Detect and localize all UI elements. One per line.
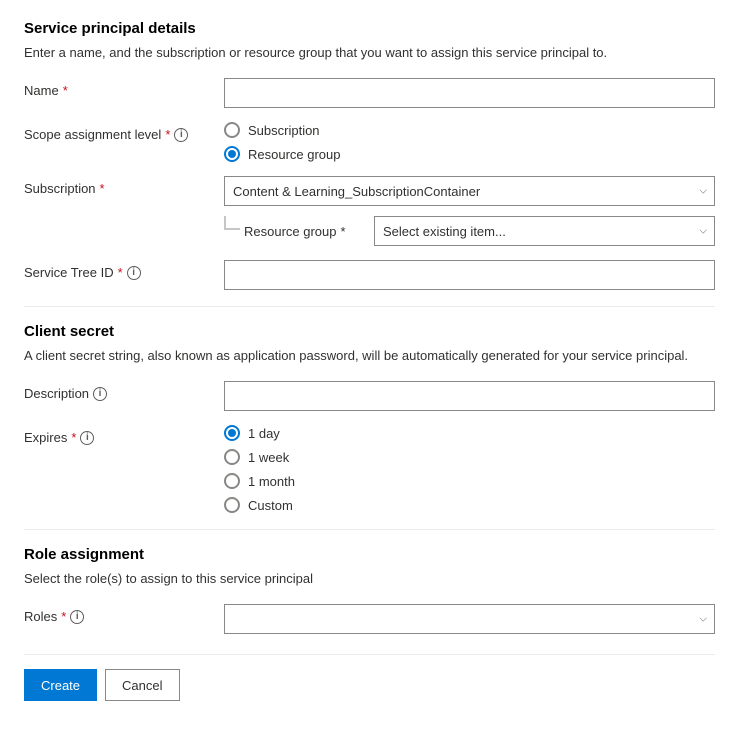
expires-info-icon[interactable]: i xyxy=(80,431,94,445)
roles-info-icon[interactable]: i xyxy=(70,610,84,624)
resource-group-label: Resource group xyxy=(244,224,337,239)
divider-1 xyxy=(24,306,715,307)
section-title-3: Role assignment xyxy=(24,546,715,563)
divider-2 xyxy=(24,529,715,530)
description-info-icon[interactable]: i xyxy=(93,387,107,401)
section-desc-1: Enter a name, and the subscription or re… xyxy=(24,45,715,60)
indent-line xyxy=(224,216,240,230)
scope-resource-group-radio[interactable] xyxy=(224,146,240,162)
expires-1day-radio[interactable] xyxy=(224,425,240,441)
section-desc-3: Select the role(s) to assign to this ser… xyxy=(24,571,715,586)
cancel-button[interactable]: Cancel xyxy=(105,669,179,701)
expires-1month-radio[interactable] xyxy=(224,473,240,489)
service-tree-label: Service Tree ID * i xyxy=(24,260,224,280)
roles-select-wrapper: ⌵ xyxy=(224,604,715,634)
button-row: Create Cancel xyxy=(24,654,715,701)
roles-label: Roles * i xyxy=(24,604,224,624)
subscription-label: Subscription * xyxy=(24,176,224,196)
section-title-2: Client secret xyxy=(24,323,715,340)
service-tree-input[interactable] xyxy=(224,260,715,290)
scope-label: Scope assignment level * i xyxy=(24,122,224,142)
expires-1month-option[interactable]: 1 month xyxy=(224,473,715,489)
description-input[interactable] xyxy=(224,381,715,411)
subscription-select[interactable]: Content & Learning_SubscriptionContainer xyxy=(224,176,715,206)
description-label: Description i xyxy=(24,381,224,401)
expires-1week-option[interactable]: 1 week xyxy=(224,449,715,465)
section-desc-2: A client secret string, also known as ap… xyxy=(24,348,715,363)
expires-1day-option[interactable]: 1 day xyxy=(224,425,715,441)
name-input[interactable] xyxy=(224,78,715,108)
expires-label: Expires * i xyxy=(24,425,224,445)
scope-info-icon[interactable]: i xyxy=(174,128,188,142)
resource-group-select-wrapper: Select existing item... ⌵ xyxy=(374,216,715,246)
service-tree-info-icon[interactable]: i xyxy=(127,266,141,280)
expires-custom-radio[interactable] xyxy=(224,497,240,513)
section-title-1: Service principal details xyxy=(24,20,715,37)
expires-custom-option[interactable]: Custom xyxy=(224,497,715,513)
create-button[interactable]: Create xyxy=(24,669,97,701)
scope-subscription-radio[interactable] xyxy=(224,122,240,138)
scope-radio-group: Subscription Resource group xyxy=(224,122,715,162)
expires-1week-radio[interactable] xyxy=(224,449,240,465)
resource-group-select[interactable]: Select existing item... xyxy=(374,216,715,246)
expires-radio-group: 1 day 1 week 1 month Custom xyxy=(224,425,715,513)
subscription-select-wrapper: Content & Learning_SubscriptionContainer… xyxy=(224,176,715,206)
name-label: Name * xyxy=(24,78,224,98)
roles-select[interactable] xyxy=(224,604,715,634)
scope-resource-group-option[interactable]: Resource group xyxy=(224,146,715,162)
scope-subscription-option[interactable]: Subscription xyxy=(224,122,715,138)
